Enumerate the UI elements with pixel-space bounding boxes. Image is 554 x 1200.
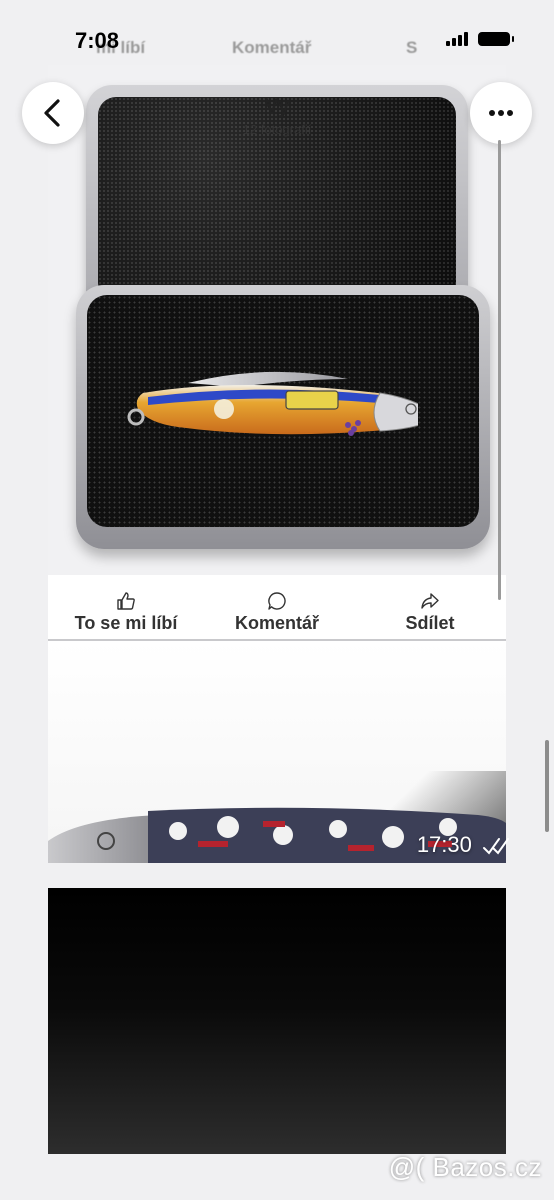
page-scrollbar[interactable] [545, 740, 549, 832]
speech-bubble-icon [268, 592, 286, 610]
photo-dark [48, 888, 506, 1154]
like-button[interactable]: To se mi líbí [68, 591, 184, 634]
like-label: To se mi líbí [74, 613, 178, 633]
signal-icon [446, 32, 468, 46]
share-button[interactable]: Sdílet [398, 591, 462, 634]
status-icons [446, 32, 514, 46]
status-time: 7:08 [75, 28, 120, 53]
thumbs-up-icon [117, 592, 135, 610]
photo-knife-detail [48, 641, 506, 863]
faded-share-label: S [406, 38, 418, 57]
tin-lid [86, 85, 468, 317]
photo-scrollbar[interactable] [498, 140, 501, 600]
post-action-bar: To se mi líbí Komentář Sdílet [48, 575, 506, 641]
photo-count: 12 fotografií [242, 122, 312, 137]
double-check-icon [483, 838, 509, 855]
faded-comment-label: Komentář [232, 38, 312, 57]
comment-label: Komentář [234, 613, 319, 633]
share-label: Sdílet [405, 613, 455, 633]
watermark: @( Bazos.cz [388, 1152, 542, 1182]
fish-knife-image [127, 371, 418, 436]
share-arrow-icon [421, 593, 439, 609]
screen: { "status_bar": {"time": "7:08"}, "ghost… [0, 0, 554, 1200]
ellipsis-icon [489, 110, 513, 116]
comment-button[interactable]: Komentář [230, 591, 324, 634]
photo-timestamp: 17:30 [417, 832, 510, 858]
battery-icon [478, 32, 514, 46]
photo-knife-tin [48, 65, 506, 575]
more-button[interactable] [470, 82, 532, 144]
